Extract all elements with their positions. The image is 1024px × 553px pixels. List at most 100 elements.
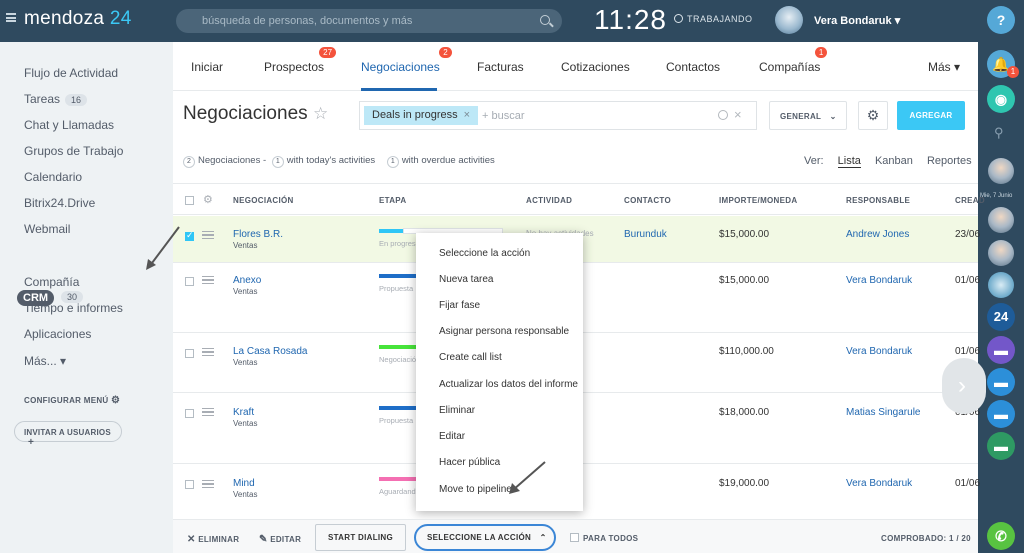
search-icon[interactable] — [718, 110, 728, 120]
for-all-label[interactable]: PARA TODOS — [583, 534, 638, 543]
filter-chip[interactable]: Deals in progress × — [364, 106, 479, 125]
settings-gear-icon[interactable]: ⚙ — [858, 101, 888, 130]
row-menu-icon[interactable] — [202, 276, 214, 284]
select-all-checkbox[interactable] — [185, 196, 194, 205]
count-circle[interactable]: 1 — [386, 156, 399, 168]
bitrix24-icon[interactable]: 24 — [987, 303, 1015, 331]
tab-mas[interactable]: Más ▾ — [928, 60, 960, 74]
search-icon[interactable]: ⚲ — [994, 125, 1004, 141]
menu-item[interactable]: Hacer pública — [439, 457, 500, 468]
responsible-link[interactable]: Vera Bondaruk — [846, 275, 912, 286]
work-status[interactable]: TRABAJANDO — [674, 14, 753, 24]
help-button[interactable]: ? — [987, 6, 1015, 34]
configure-menu-button[interactable]: CONFIGURAR MENÚ ⚙ — [24, 395, 120, 406]
deal-name-link[interactable]: Kraft — [233, 407, 254, 418]
menu-item[interactable]: Nueva tarea — [439, 274, 493, 285]
invite-users-button[interactable]: INVITAR A USUARIOS + — [14, 421, 122, 448]
menu-item[interactable]: Asignar persona responsable — [439, 326, 569, 337]
user-avatar[interactable] — [775, 6, 803, 34]
menu-item[interactable]: Editar — [439, 431, 465, 442]
sidebar-item-tiempo[interactable]: Tiempo e informes — [24, 301, 123, 315]
avatar[interactable] — [988, 158, 1014, 184]
responsible-link[interactable]: Vera Bondaruk — [846, 346, 912, 357]
start-dialing-button[interactable]: START DIALING — [315, 524, 406, 551]
column-header[interactable]: ACTIVIDAD — [526, 196, 572, 205]
sidebar-item-grupos[interactable]: Grupos de Trabajo — [24, 144, 123, 158]
row-menu-icon[interactable] — [202, 408, 214, 416]
column-header[interactable]: IMPORTE/MONEDA — [719, 196, 797, 205]
user-name[interactable]: Vera Bondaruk ▾ — [814, 14, 900, 27]
responsible-link[interactable]: Matias Singarule — [846, 407, 920, 418]
sidebar-item-mas[interactable]: Más... ▾ — [24, 354, 66, 368]
close-icon[interactable]: × — [464, 109, 470, 121]
phone-icon[interactable]: ✆ — [987, 522, 1015, 550]
deal-name-link[interactable]: La Casa Rosada — [233, 346, 308, 357]
for-all-checkbox[interactable] — [570, 533, 579, 542]
sidebar-item-chat[interactable]: Chat y Llamadas — [24, 118, 114, 132]
gear-icon[interactable]: ⚙ — [203, 193, 213, 206]
general-dropdown[interactable]: GENERAL ⌄ — [769, 101, 847, 130]
tab-iniciar[interactable]: Iniciar — [191, 60, 223, 74]
today-activities-link[interactable]: with today's activities — [287, 155, 375, 166]
count-circle[interactable]: 1 — [271, 156, 284, 168]
star-icon[interactable]: ☆ — [313, 104, 328, 124]
delete-button[interactable]: ✕ ELIMINAR — [187, 534, 239, 545]
avatar[interactable] — [988, 240, 1014, 266]
sidebar-item-webmail[interactable]: Webmail — [24, 222, 70, 236]
view-kanban[interactable]: Kanban — [875, 155, 913, 167]
menu-item[interactable]: Actualizar los datos del informe — [439, 379, 578, 390]
stage-bar[interactable] — [379, 477, 419, 481]
add-button[interactable]: AGREGAR — [897, 101, 965, 130]
sidebar-item-compania[interactable]: Compañía — [24, 275, 79, 289]
group-chat-icon[interactable]: ▬ — [987, 400, 1015, 428]
tab-negociaciones[interactable]: Negociaciones 2 — [361, 47, 452, 74]
search-icon[interactable] — [540, 15, 550, 25]
stage-bar[interactable] — [379, 274, 419, 278]
avatar[interactable] — [988, 272, 1014, 298]
sidebar-item-calendario[interactable]: Calendario — [24, 170, 82, 184]
row-checkbox[interactable] — [185, 230, 194, 241]
avatar[interactable] — [988, 207, 1014, 233]
responsible-link[interactable]: Andrew Jones — [846, 229, 909, 240]
deal-name-link[interactable]: Flores B.R. — [233, 229, 283, 240]
tab-cotizaciones[interactable]: Cotizaciones — [561, 60, 630, 74]
menu-item-move-to-pipeline[interactable]: Move to pipeline — [439, 484, 512, 495]
chat-icon[interactable]: ◉ — [987, 85, 1015, 113]
row-checkbox[interactable] — [185, 349, 194, 358]
edit-button[interactable]: ✎ EDITAR — [259, 534, 301, 545]
close-icon[interactable]: × — [734, 107, 742, 122]
column-header[interactable]: CONTACTO — [624, 196, 671, 205]
tab-contactos[interactable]: Contactos — [666, 60, 720, 74]
sidebar-item-aplicaciones[interactable]: Aplicaciones — [24, 327, 91, 341]
row-checkbox[interactable] — [185, 277, 194, 286]
row-menu-icon[interactable] — [202, 348, 214, 356]
row-menu-icon[interactable] — [202, 480, 214, 488]
group-chat-icon[interactable]: ▬ — [987, 336, 1015, 364]
row-menu-icon[interactable] — [202, 231, 214, 239]
column-header[interactable]: NEGOCIACIÓN — [233, 196, 294, 205]
menu-icon[interactable] — [6, 13, 16, 22]
scroll-right-button[interactable]: › — [942, 358, 986, 414]
sidebar-item-tareas[interactable]: Tareas 16 — [24, 92, 88, 106]
row-checkbox[interactable] — [185, 480, 194, 489]
tab-facturas[interactable]: Facturas — [477, 60, 524, 74]
menu-item[interactable]: Seleccione la acción — [439, 248, 530, 259]
sidebar-item-flujo[interactable]: Flujo de Actividad — [24, 66, 118, 80]
view-reportes[interactable]: Reportes — [927, 155, 972, 167]
tab-companias[interactable]: Compañías 1 — [759, 47, 828, 74]
stage-bar[interactable] — [379, 229, 403, 233]
contact-link[interactable]: Burunduk — [624, 229, 667, 240]
view-lista[interactable]: Lista — [837, 155, 861, 168]
column-header[interactable]: CREAD — [955, 196, 985, 205]
stage-bar[interactable] — [379, 345, 419, 349]
column-header[interactable]: ETAPA — [379, 196, 406, 205]
menu-item[interactable]: Eliminar — [439, 405, 475, 416]
sidebar-item-drive[interactable]: Bitrix24.Drive — [24, 196, 95, 210]
tab-prospectos[interactable]: Prospectos 27 — [264, 47, 337, 74]
deal-name-link[interactable]: Anexo — [233, 275, 261, 286]
menu-item[interactable]: Create call list — [439, 352, 502, 363]
overdue-activities-link[interactable]: with overdue activities — [402, 155, 495, 166]
deal-name-link[interactable]: Mind — [233, 478, 255, 489]
row-checkbox[interactable] — [185, 409, 194, 418]
search-input[interactable]: búsqueda de personas, documentos y más — [176, 9, 562, 33]
